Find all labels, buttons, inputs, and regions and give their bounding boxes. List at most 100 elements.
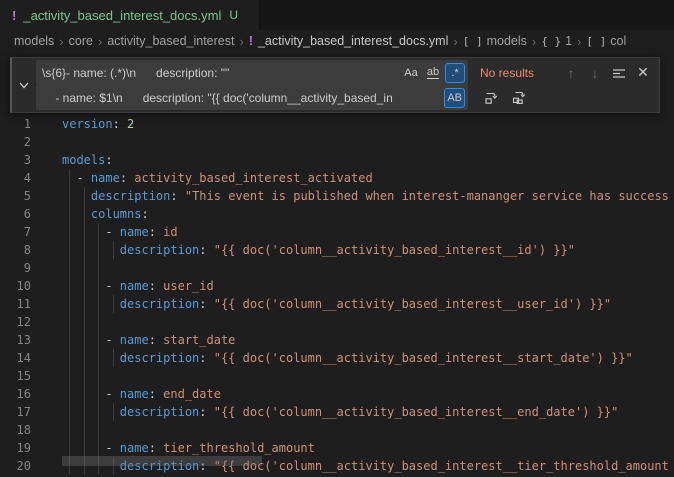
editor-pane[interactable]: 1version: 223models:4 - name: activity_b…: [0, 52, 674, 477]
line-number: 17: [0, 403, 31, 421]
code-text: [31, 133, 62, 151]
whole-word-toggle[interactable]: ab: [423, 63, 443, 83]
indent-guide: [84, 277, 85, 295]
indent-guide: [69, 295, 70, 313]
whole-word-icon: ab: [427, 66, 439, 79]
close-button[interactable]: ✕: [632, 62, 654, 84]
indent-guide: [113, 241, 114, 259]
replace-row: - name: $1\n description: "{{ doc('colum…: [36, 85, 654, 110]
code-line[interactable]: 20 description: "{{ doc('column__activit…: [0, 457, 674, 475]
indent-guide: [84, 313, 85, 331]
replace-input[interactable]: - name: $1\n description: "{{ doc('colum…: [36, 85, 468, 110]
indent-guide: [84, 295, 85, 313]
line-number: 2: [0, 133, 31, 151]
code-text: - name: start_date: [31, 331, 235, 349]
breadcrumb-item[interactable]: [ ]col: [586, 34, 626, 48]
indent-guide: [98, 367, 99, 385]
code-line[interactable]: 8 description: "{{ doc('column__activity…: [0, 241, 674, 259]
code-area[interactable]: 1version: 223models:4 - name: activity_b…: [0, 52, 674, 475]
indent-guide: [84, 385, 85, 403]
replace-icon: [483, 90, 499, 106]
regex-toggle[interactable]: .*: [445, 63, 465, 83]
indent-guide: [98, 295, 99, 313]
chevron-down-icon: [17, 78, 31, 92]
line-number: 10: [0, 277, 31, 295]
code-line[interactable]: 17 description: "{{ doc('column__activit…: [0, 403, 674, 421]
code-line[interactable]: 15: [0, 367, 674, 385]
replace-button[interactable]: [480, 87, 502, 109]
breadcrumb: models›core›activity_based_interest›!_ac…: [0, 30, 674, 52]
code-line[interactable]: 10 - name: user_id: [0, 277, 674, 295]
line-number: 5: [0, 187, 31, 205]
code-line[interactable]: 6 columns:: [0, 205, 674, 223]
indent-guide: [98, 403, 99, 421]
breadcrumb-item[interactable]: core: [69, 34, 93, 48]
indent-guide: [84, 349, 85, 367]
code-text: - name: end_date: [31, 385, 221, 403]
match-case-toggle[interactable]: Aa: [401, 63, 421, 83]
tab-bar: ! _activity_based_interest_docs.yml U: [0, 0, 674, 30]
line-number: 1: [0, 115, 31, 133]
indent-guide: [98, 331, 99, 349]
vscode-window: ! _activity_based_interest_docs.yml U mo…: [0, 0, 674, 477]
indent-guide: [113, 295, 114, 313]
indent-guide: [69, 439, 70, 457]
breadcrumb-label: 1: [565, 34, 572, 48]
code-line[interactable]: 7 - name: id: [0, 223, 674, 241]
indent-guide: [113, 349, 114, 367]
code-text: [31, 421, 62, 439]
line-number: 16: [0, 385, 31, 403]
line-number: 14: [0, 349, 31, 367]
code-line[interactable]: 13 - name: start_date: [0, 331, 674, 349]
code-line[interactable]: 14 description: "{{ doc('column__activit…: [0, 349, 674, 367]
breadcrumb-item[interactable]: [ ]models: [463, 34, 527, 48]
code-text: description: "{{ doc('column__activity_b…: [31, 349, 633, 367]
git-status-badge: U: [229, 8, 238, 22]
find-in-selection-button[interactable]: [608, 62, 630, 84]
line-number: 12: [0, 313, 31, 331]
find-row: \s{6}- name: (.*)\n description: "" Aa a…: [36, 60, 654, 85]
indent-guide: [84, 187, 85, 205]
code-line[interactable]: 12: [0, 313, 674, 331]
indent-guide: [84, 205, 85, 223]
replace-all-button[interactable]: [508, 87, 530, 109]
code-line[interactable]: 16 - name: end_date: [0, 385, 674, 403]
line-number: 4: [0, 169, 31, 187]
code-text: - name: id: [31, 223, 178, 241]
code-line[interactable]: 1version: 2: [0, 115, 674, 133]
breadcrumb-item[interactable]: { }1: [541, 34, 572, 48]
find-input[interactable]: \s{6}- name: (.*)\n description: "" Aa a…: [36, 60, 468, 85]
indent-guide: [98, 223, 99, 241]
code-line[interactable]: 18: [0, 421, 674, 439]
indent-guide: [98, 457, 99, 475]
next-match-button[interactable]: ↓: [584, 62, 606, 84]
code-text: description: "This event is published wh…: [31, 187, 669, 205]
code-line[interactable]: 4 - name: activity_based_interest_activa…: [0, 169, 674, 187]
breadcrumb-separator-icon: ›: [59, 34, 63, 49]
breadcrumb-item[interactable]: activity_based_interest: [107, 34, 234, 48]
code-line[interactable]: 19 - name: tier_threshold_amount: [0, 439, 674, 457]
preserve-case-toggle[interactable]: AB: [444, 88, 465, 108]
code-line[interactable]: 5 description: "This event is published …: [0, 187, 674, 205]
code-line[interactable]: 9: [0, 259, 674, 277]
code-line[interactable]: 2: [0, 133, 674, 151]
code-text: models:: [31, 151, 113, 169]
previous-match-button[interactable]: ↑: [560, 62, 582, 84]
toggle-replace-button[interactable]: [12, 58, 36, 112]
breadcrumb-item[interactable]: !_activity_based_interest_docs.yml: [249, 34, 449, 48]
indent-guide: [84, 241, 85, 259]
breadcrumb-separator-icon: ›: [577, 34, 581, 49]
code-line[interactable]: 11 description: "{{ doc('column__activit…: [0, 295, 674, 313]
code-text: [31, 313, 62, 331]
breadcrumb-item[interactable]: models: [14, 34, 54, 48]
code-text: description: "{{ doc('column__activity_b…: [31, 457, 669, 475]
indent-guide: [113, 457, 114, 475]
find-in-selection-icon: [612, 66, 626, 80]
line-number: 13: [0, 331, 31, 349]
breadcrumb-label: activity_based_interest: [107, 34, 234, 48]
code-line[interactable]: 3models:: [0, 151, 674, 169]
line-number: 7: [0, 223, 31, 241]
breadcrumb-label: models: [14, 34, 54, 48]
line-number: 18: [0, 421, 31, 439]
tab-active-file[interactable]: ! _activity_based_interest_docs.yml U: [0, 0, 260, 30]
